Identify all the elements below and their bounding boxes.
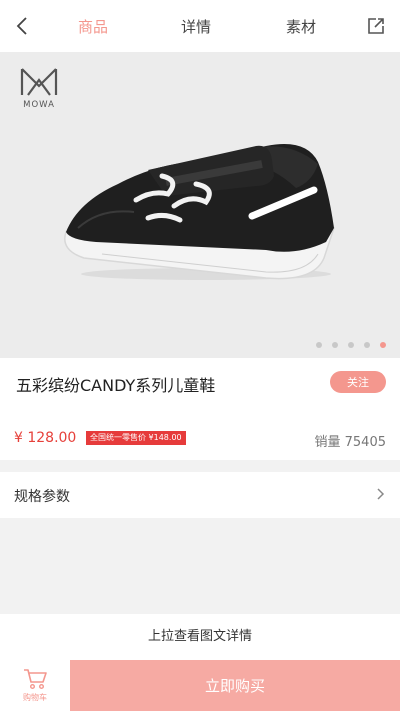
tab-detail[interactable]: 详情 [181, 16, 211, 37]
chevron-right-icon [377, 488, 385, 500]
follow-button[interactable]: 关注 [330, 371, 386, 393]
product-image-gallery[interactable]: MOWA [0, 52, 400, 358]
brand-logo: MOWA [18, 66, 60, 110]
gallery-dot[interactable] [316, 342, 322, 348]
chevron-left-icon [16, 17, 27, 35]
spec-params-label: 规格参数 [14, 489, 70, 505]
product-price: ¥ 128.00 [14, 430, 77, 446]
gallery-pagination [316, 342, 386, 348]
gallery-dot-active[interactable] [380, 342, 386, 348]
mowa-logo-mark-icon [20, 68, 58, 96]
product-title: 五彩缤纷CANDY系列儿童鞋 [16, 376, 216, 395]
tab-material[interactable]: 素材 [286, 16, 316, 37]
spec-params-row[interactable]: 规格参数 [0, 472, 400, 518]
tab-goods[interactable]: 商品 [78, 16, 108, 37]
share-external-icon [368, 18, 384, 34]
share-button[interactable] [364, 14, 388, 38]
cart-button[interactable]: 购物车 [0, 660, 70, 711]
gallery-dot[interactable] [364, 342, 370, 348]
back-button[interactable] [8, 12, 36, 40]
cart-label: 购物车 [23, 693, 47, 702]
sales-count: 销量 75405 [314, 435, 387, 450]
shoe-product-image [64, 144, 336, 280]
top-nav-bar: 商品 详情 素材 [0, 0, 400, 52]
product-info-section: 五彩缤纷CANDY系列儿童鞋 关注 ¥ 128.00 全国统一零售价 ¥148.… [0, 358, 400, 460]
brand-name: MOWA [23, 100, 55, 110]
gallery-dot[interactable] [348, 342, 354, 348]
gallery-dot[interactable] [332, 342, 338, 348]
shopping-cart-icon [24, 669, 47, 690]
bottom-action-bar: 购物车 立即购买 [0, 660, 400, 711]
pull-up-hint[interactable]: 上拉查看图文详情 [0, 614, 400, 660]
msrp-tag: 全国统一零售价 ¥148.00 [86, 431, 186, 445]
buy-now-button[interactable]: 立即购买 [70, 660, 400, 711]
